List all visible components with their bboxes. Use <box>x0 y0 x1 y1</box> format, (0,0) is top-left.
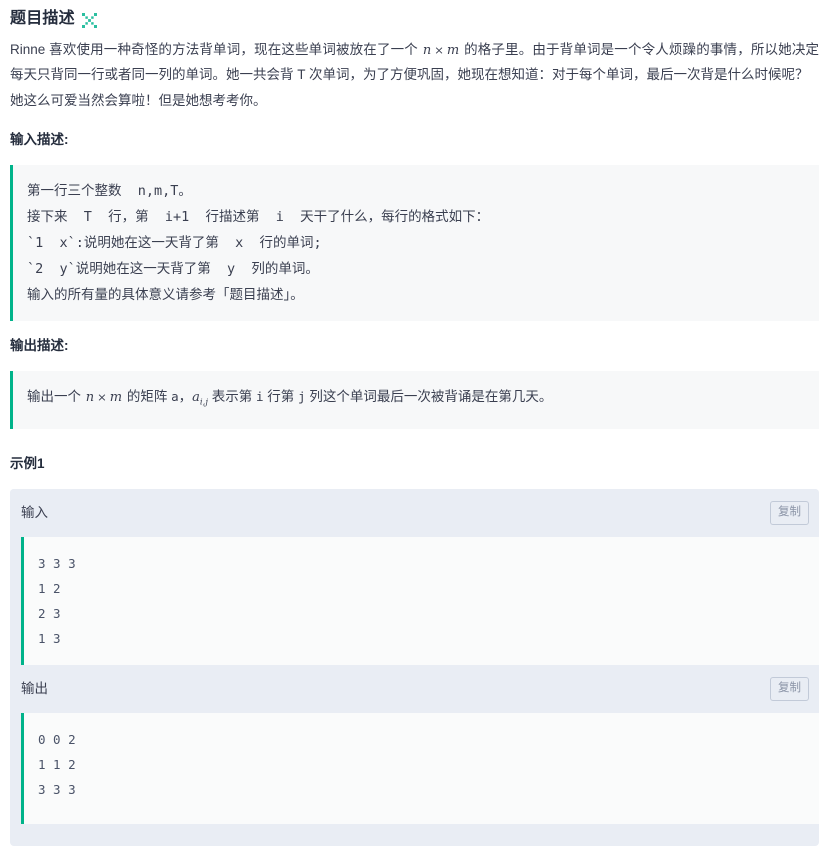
math-a-subscript: i,j <box>199 397 208 408</box>
math-i: i <box>256 389 264 404</box>
input-description-heading: 输入描述: <box>10 132 69 147</box>
math-m: m <box>109 390 123 405</box>
copy-input-button[interactable]: 复制 <box>770 500 809 525</box>
input-description-line: 输入的所有量的具体意义请参考「题目描述」。 <box>27 287 304 303</box>
output-description-heading: 输出描述: <box>10 338 69 353</box>
example-input-header: 输入 复制 <box>10 488 819 537</box>
description-paragraph-1: Rinne 喜欢使用一种奇怪的方法背单词，现在这些单词被放在了一个 n × m 的格… <box>10 38 819 87</box>
example-output-line: 0 0 2 <box>38 731 76 747</box>
math-m: m <box>446 43 460 58</box>
description-paragraph-2: 她这么可爱当然会算啦！但是她想考考你。 <box>10 93 267 108</box>
math-times: × <box>97 390 107 404</box>
example-output-header: 输出 复制 <box>10 664 819 713</box>
math-a-ij: ai,j <box>192 390 208 408</box>
example-output-line: 3 3 3 <box>38 781 76 797</box>
input-description-line: 接下来 T 行，第 i+1 行描述第 i 天干了什么，每行的格式如下： <box>27 209 490 225</box>
description-p1-text-1: Rinne 喜欢使用一种奇怪的方法背单词，现在这些单词被放在了一个 <box>10 42 422 57</box>
example-input-label: 输入 <box>21 504 48 520</box>
output-description-block: 输出一个 n × m 的矩阵 a，ai,j 表示第 i 行第 j 列这个单词最后一次… <box>10 371 819 429</box>
page-title-row: 题目描述 <box>0 0 829 30</box>
input-description-line: `1 x`:说明她在这一天背了第 x 行的单词; <box>27 235 322 251</box>
example-output-trailing-space <box>38 802 819 810</box>
output-text-6: 列这个单词最后一次被背诵是在第几天。 <box>305 389 553 404</box>
output-text-5: 行第 <box>263 389 299 404</box>
math-times: × <box>434 43 444 57</box>
example-output-body: 0 0 2 1 1 2 3 3 3 <box>21 712 819 824</box>
output-text-1: 输出一个 <box>27 389 85 404</box>
example-input-line: 1 2 <box>38 580 61 596</box>
output-description-line: 输出一个 n × m 的矩阵 a，ai,j 表示第 i 行第 j 列这个单词最后一次… <box>27 384 803 416</box>
math-a-base: a <box>192 390 200 405</box>
example-panel: 输入 复制 3 3 3 1 2 2 3 1 3 输出 复制 0 0 2 1 1 … <box>10 488 819 846</box>
input-description-line: `2 y`说明她在这一天背了第 y 列的单词。 <box>27 261 319 277</box>
example-output-line: 1 1 2 <box>38 756 76 772</box>
input-description-block: 第一行三个整数 n,m,T。 接下来 T 行，第 i+1 行描述第 i 天干了什… <box>10 165 819 321</box>
math-a: a <box>171 389 179 404</box>
math-n: n <box>85 390 95 405</box>
output-text-2: 的矩阵 <box>123 389 172 404</box>
problem-page: 题目描述 Rinne 喜欢使用一种奇怪的方法背单词，现在这些单词被放在了一个 n… <box>0 0 829 846</box>
math-j: j <box>298 389 306 404</box>
example-input-body: 3 3 3 1 2 2 3 1 3 <box>21 536 819 665</box>
page-title: 题目描述 <box>10 10 75 27</box>
output-text-3: ， <box>178 389 193 404</box>
example-input-line: 2 3 <box>38 605 61 621</box>
math-n: n <box>422 43 432 58</box>
example-input-line: 1 3 <box>38 630 61 646</box>
input-description-line: 第一行三个整数 n,m,T。 <box>27 183 192 199</box>
example-input-line: 3 3 3 <box>38 555 76 571</box>
copy-output-button[interactable]: 复制 <box>770 676 809 701</box>
example-title: 示例1 <box>10 455 45 471</box>
example-output-label: 输出 <box>21 680 48 696</box>
problem-description: Rinne 喜欢使用一种奇怪的方法背单词，现在这些单词被放在了一个 n × m 的格… <box>0 30 829 113</box>
expand-arrows-icon[interactable] <box>81 12 97 28</box>
output-text-4: 表示第 <box>207 389 256 404</box>
